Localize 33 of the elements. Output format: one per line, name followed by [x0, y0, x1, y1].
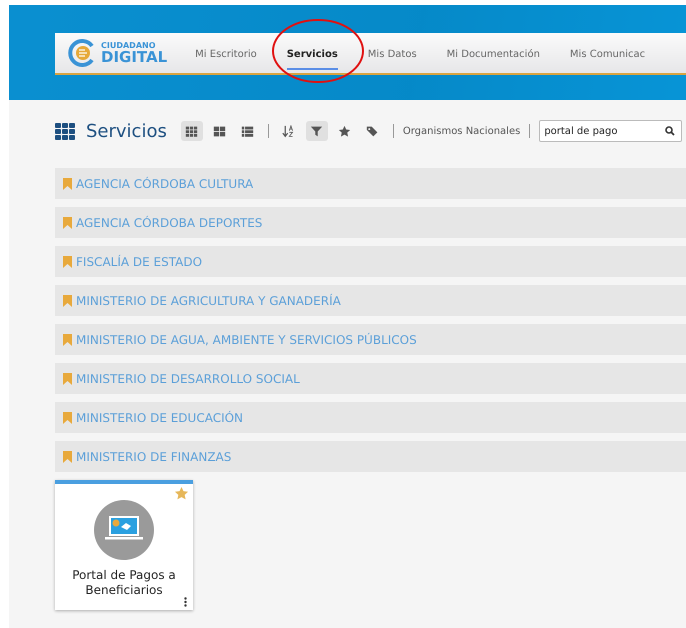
nav-tab[interactable]: Mis Datos [368, 36, 417, 70]
bookmark-icon [63, 450, 72, 462]
large-grid-icon [213, 124, 226, 138]
scope-link[interactable]: Organismos Nacionales [402, 126, 520, 136]
small-grid-icon [185, 124, 198, 138]
sort-icon [282, 124, 296, 138]
laptop-payment-icon [94, 500, 154, 560]
view-mode-button[interactable] [180, 121, 203, 141]
bookmark-icon [63, 412, 72, 424]
bookmark-icon [63, 334, 72, 346]
bookmark-icon [63, 178, 72, 190]
logo-text: CIUDADANO [101, 42, 157, 50]
search-field[interactable]: portal de pago [539, 120, 682, 142]
page-title: Servicios [86, 120, 167, 142]
nav-tab[interactable]: Mi Escritorio [195, 36, 257, 70]
bookmark-icon [63, 294, 72, 306]
nav-tab[interactable]: Mis Comunicac [570, 36, 646, 70]
logo-text: DIGITAL [101, 50, 168, 64]
apps-grid-icon [55, 122, 76, 140]
bookmark-icon [63, 256, 72, 268]
star-icon[interactable] [174, 486, 189, 501]
card-title: Portal de Pagos a Beneficiarios [71, 568, 177, 598]
filter-icon [310, 124, 324, 138]
toolbar-button[interactable] [306, 121, 328, 141]
service-card[interactable]: Portal de Pagos a Beneficiarios [55, 480, 193, 610]
nav-tab[interactable]: Mi Documentación [446, 36, 540, 70]
star-icon [338, 124, 352, 138]
list-icon [241, 124, 254, 138]
more-options-icon[interactable] [184, 597, 187, 607]
search-icon[interactable] [665, 126, 676, 136]
bookmark-icon [63, 216, 72, 228]
tags-icon [366, 124, 380, 138]
bookmark-icon [63, 372, 72, 384]
